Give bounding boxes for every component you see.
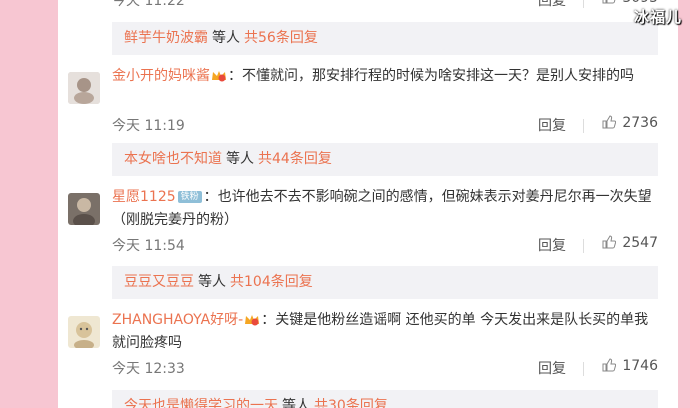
thumbs-up-icon [602,358,617,372]
reply-suffix: 等人 [212,30,240,46]
avatar[interactable] [68,72,100,104]
reply-summary-bar[interactable]: 本女啥也不知道 等人 共44条回复 [112,143,658,176]
fan-badge: 铁粉 [177,191,202,203]
reply-count-link[interactable]: 共30条回复 [314,398,388,408]
thumbs-up-icon [602,0,616,4]
divider [583,239,584,253]
divider [583,0,584,8]
reply-count-link[interactable]: 共44条回复 [258,151,332,167]
comment-time: 今天 11:54 [112,238,185,254]
watermark: 冰福儿 [633,8,682,26]
avatar[interactable] [68,316,100,348]
comment-panel: 今天 11:22 回复 3095 鲜芋牛奶波霸等人共56条回复 金小开的妈咪酱：… [58,0,678,408]
comment-text: 星愿1125 铁粉 ：也许他去不去不影响碗之间的感情，但碗妹表示对姜丹尼尔再一次失望… [112,186,658,232]
like-button[interactable]: 2736 [602,115,658,131]
comment-text: 金小开的妈咪酱 ：不懂就问，那安排行程的时候为啥安排这一天？是别人安排的吗 [112,65,658,88]
reply-button[interactable]: 回复 [538,115,566,135]
reply-button[interactable]: 回复 [538,0,566,10]
comment-meta: 今天 11:19 回复 2736 [112,115,658,137]
reply-summary-bar[interactable]: 豆豆又豆豆 等人 共104条回复 [112,266,658,299]
reply-button[interactable]: 回复 [538,235,566,255]
username-link[interactable]: 星愿1125 [112,189,176,205]
reply-summary-bar[interactable]: 今天也是懒得学习的一天 等人 共30条回复 [112,390,658,408]
reply-suffix: 等人 [198,274,226,290]
comment-meta-top: 今天 11:22 回复 3095 [112,0,658,12]
like-count: 2736 [622,115,658,131]
vip-crown-icon [212,71,226,82]
reply-count-link[interactable]: 共56条回复 [244,30,318,46]
avatar[interactable] [68,193,100,225]
reply-user-link[interactable]: 本女啥也不知道 [124,151,222,167]
comment-body: ：不懂就问，那安排行程的时候为啥安排这一天？是别人安排的吗 [228,68,634,84]
divider [583,119,584,133]
comment-meta: 今天 12:33 回复 1746 [112,358,658,380]
comment-meta: 今天 11:54 回复 2547 [112,235,658,257]
reply-button[interactable]: 回复 [538,358,566,378]
comment-time: 今天 11:19 [112,118,185,134]
like-count: 2547 [622,235,658,251]
username-link[interactable]: 金小开的妈咪酱 [112,68,210,84]
thumbs-up-icon [602,235,617,249]
reply-user-link[interactable]: 豆豆又豆豆 [124,274,194,290]
reply-count-link[interactable]: 共104条回复 [230,274,313,290]
reply-suffix: 等人 [282,398,310,408]
username-link[interactable]: ZHANGHAOYA好呀- [112,312,243,328]
like-button[interactable]: 2547 [602,235,658,251]
comment-time: 今天 12:33 [112,361,185,377]
divider [583,362,584,376]
vip-crown-icon [245,315,260,326]
reply-suffix: 等人 [226,151,254,167]
like-count: 1746 [622,358,658,374]
reply-user-link[interactable]: 鲜芋牛奶波霸 [124,30,208,46]
comment-time: 今天 11:22 [112,0,185,9]
reply-user-link[interactable]: 今天也是懒得学习的一天 [124,398,278,408]
comment-text: ZHANGHAOYA好呀- ：关键是他粉丝造谣啊 还他买的单 今天发出来是队长买的… [112,309,658,355]
reply-summary-bar[interactable]: 鲜芋牛奶波霸 等人 共56条回复 [112,22,658,55]
thumbs-up-icon [602,115,617,129]
like-button[interactable]: 1746 [602,358,658,374]
